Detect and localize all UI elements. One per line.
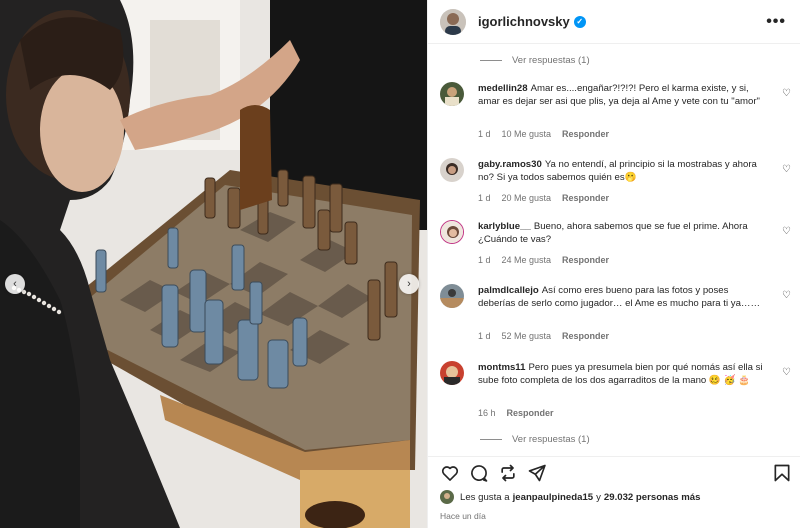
reply-button[interactable]: Responder <box>562 193 609 203</box>
next-image-button[interactable]: › <box>399 274 419 294</box>
reply-button[interactable]: Responder <box>507 408 554 418</box>
more-options-icon[interactable]: ••• <box>766 13 786 31</box>
liker-avatar <box>440 490 454 504</box>
bookmark-icon[interactable] <box>772 463 792 483</box>
previous-image-button[interactable]: ‹ <box>5 274 25 294</box>
comment-meta: 16 h Responder <box>478 408 554 418</box>
comment-meta: 1 d 52 Me gusta Responder <box>478 331 609 341</box>
comment-time: 16 h <box>478 408 496 418</box>
comment-time: 1 d <box>478 255 491 265</box>
view-replies-top[interactable]: Ver respuestas (1) <box>480 55 590 66</box>
reply-divider <box>480 60 502 61</box>
post-timestamp: Hace un día <box>440 511 486 521</box>
comment-time: 1 d <box>478 331 491 341</box>
comment-meta: 1 d 20 Me gusta Responder <box>478 193 609 203</box>
post-photo: ‹ › <box>0 0 427 528</box>
view-replies-bottom[interactable]: Ver respuestas (1) <box>480 434 590 445</box>
comment-likes[interactable]: 52 Me gusta <box>502 331 552 341</box>
comment-time: 1 d <box>478 129 491 139</box>
reply-button[interactable]: Responder <box>562 331 609 341</box>
comment-text-block: montms11 Pero pues ya presumela bien por … <box>478 361 768 387</box>
chevron-left-icon: ‹ <box>13 278 17 290</box>
comment-icon[interactable] <box>469 463 489 483</box>
heart-icon[interactable]: ♡ <box>782 88 791 99</box>
heart-icon[interactable]: ♡ <box>782 290 791 301</box>
likes-summary[interactable]: Les gusta a jeanpaulpineda15 y 29.032 pe… <box>440 490 700 504</box>
post-side-panel: igorlichnovsky ✓ ••• Ver respuestas (1) … <box>427 0 800 528</box>
comment-text-block: gaby.ramos30 Ya no entendí, al principio … <box>478 158 768 184</box>
likes-middle: y <box>596 491 601 503</box>
comment-avatar[interactable] <box>440 82 464 106</box>
comment-avatar[interactable] <box>440 361 464 385</box>
comment-text-block: palmdlcallejo Así como eres bueno para la… <box>478 284 768 310</box>
comment-likes[interactable]: 10 Me gusta <box>502 129 552 139</box>
comment-username[interactable]: karlyblue__ <box>478 221 531 232</box>
author-avatar[interactable] <box>440 8 466 35</box>
likes-prefix: Les gusta a <box>460 491 510 503</box>
verified-badge-icon: ✓ <box>573 15 586 28</box>
comment-text-block: karlyblue__ Bueno, ahora sabemos que se f… <box>478 220 768 246</box>
comments-list: Ver respuestas (1) medellin28 Amar es....… <box>428 44 800 456</box>
send-icon[interactable] <box>527 463 547 483</box>
view-replies-label: Ver respuestas (1) <box>512 55 590 66</box>
post-actions-bar <box>428 456 800 488</box>
comment-avatar[interactable] <box>440 158 464 182</box>
comment-username[interactable]: gaby.ramos30 <box>478 159 542 170</box>
comment-text-block: medellin28 Amar es....engañar?!?!?! Pero … <box>478 82 768 108</box>
comment-likes[interactable]: 20 Me gusta <box>502 193 552 203</box>
comment-time: 1 d <box>478 193 491 203</box>
heart-icon[interactable]: ♡ <box>782 226 791 237</box>
reply-button[interactable]: Responder <box>562 255 609 265</box>
author-username[interactable]: igorlichnovsky <box>478 14 570 29</box>
comment-username[interactable]: montms11 <box>478 362 525 373</box>
heart-icon[interactable]: ♡ <box>782 367 791 378</box>
reply-button[interactable]: Responder <box>562 129 609 139</box>
comment-meta: 1 d 10 Me gusta Responder <box>478 129 609 139</box>
comment-avatar[interactable] <box>440 220 464 244</box>
comment-avatar[interactable] <box>440 284 464 308</box>
chess-photo-illustration <box>0 0 427 528</box>
post-header: igorlichnovsky ✓ ••• <box>428 0 800 44</box>
heart-icon[interactable]: ♡ <box>782 164 791 175</box>
heart-icon[interactable] <box>440 463 460 483</box>
comment-username[interactable]: medellin28 <box>478 83 528 94</box>
likes-count[interactable]: 29.032 personas más <box>604 492 701 503</box>
comment-username[interactable]: palmdlcallejo <box>478 285 539 296</box>
reply-divider <box>480 439 502 440</box>
comment-meta: 1 d 24 Me gusta Responder <box>478 255 609 265</box>
comment-likes[interactable]: 24 Me gusta <box>502 255 552 265</box>
repost-icon[interactable] <box>498 463 518 483</box>
chevron-right-icon: › <box>407 278 411 290</box>
view-replies-label: Ver respuestas (1) <box>512 434 590 445</box>
liker-username[interactable]: jeanpaulpineda15 <box>513 492 594 503</box>
